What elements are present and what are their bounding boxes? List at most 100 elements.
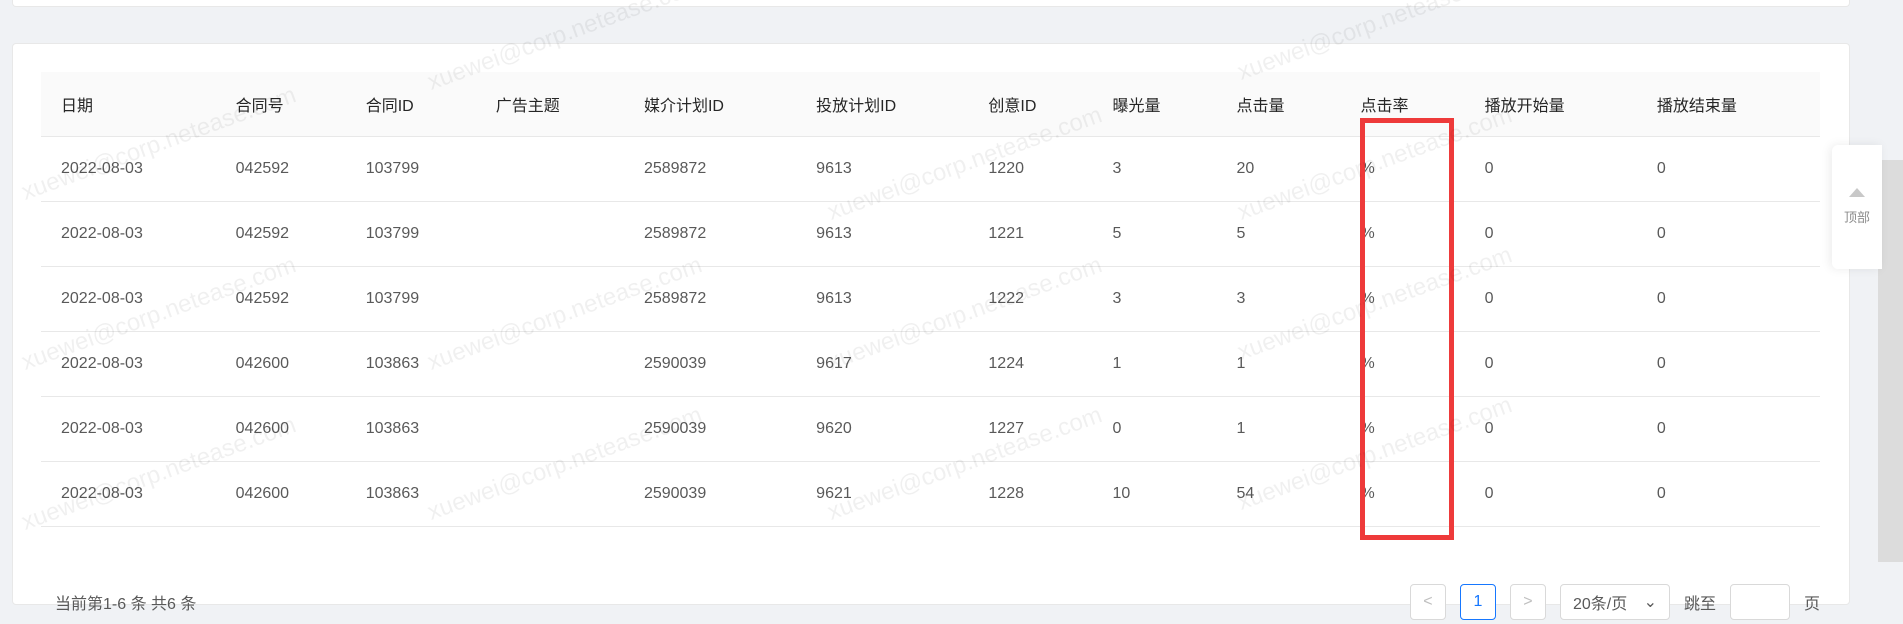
cell-ctr: %	[1340, 201, 1465, 267]
page-size-select[interactable]: 20条/页 ⌄	[1559, 584, 1670, 620]
cell-ad-subject	[475, 136, 624, 202]
cell-contract-no: 042600	[215, 461, 346, 527]
cell-impressions: 5	[1092, 201, 1217, 267]
table-row: 2022-08-03 042600 103863 2590039 9621 12…	[41, 461, 1820, 527]
cell-play-end: 0	[1636, 201, 1820, 267]
cell-contract-id: 103799	[345, 201, 476, 267]
col-header-impressions[interactable]: 曝光量	[1092, 72, 1217, 137]
cell-clicks: 1	[1216, 396, 1341, 462]
jump-label: 跳至	[1683, 596, 1716, 613]
cell-play-start: 0	[1464, 136, 1637, 202]
cell-creative-id: 1224	[968, 331, 1093, 397]
table-row: 2022-08-03 042592 103799 2589872 9613 12…	[41, 266, 1820, 332]
cell-delivery-plan-id: 9621	[796, 461, 969, 527]
cell-play-start: 0	[1464, 266, 1637, 332]
cell-delivery-plan-id: 9620	[796, 396, 969, 462]
col-header-contract-no[interactable]: 合同号	[215, 72, 346, 137]
cell-ad-subject	[475, 461, 624, 527]
cell-contract-id: 103799	[345, 136, 476, 202]
cell-play-start: 0	[1464, 461, 1637, 527]
cell-delivery-plan-id: 9617	[796, 331, 969, 397]
cell-play-start: 0	[1464, 396, 1637, 462]
table-header-row: 日期 合同号 合同ID 广告主题 媒介计划ID 投放计划ID 创意ID 曝光量 …	[41, 72, 1820, 137]
cell-contract-id: 103863	[345, 331, 476, 397]
cell-impressions: 0	[1092, 396, 1217, 462]
cell-media-plan-id: 2590039	[623, 396, 797, 462]
cell-date: 2022-08-03	[41, 461, 216, 527]
back-to-top-label: 顶部	[1843, 210, 1870, 225]
cell-delivery-plan-id: 9613	[796, 266, 969, 332]
col-header-media-plan-id[interactable]: 媒介计划ID	[623, 72, 797, 137]
cell-contract-no: 042592	[215, 136, 346, 202]
cell-ad-subject	[475, 331, 624, 397]
back-to-top-button[interactable]: 顶部	[1832, 145, 1882, 269]
arrow-up-icon	[1849, 188, 1865, 197]
page-size-value: 20条/页	[1572, 596, 1628, 613]
cell-media-plan-id: 2589872	[623, 266, 797, 332]
prev-page-button[interactable]: <	[1409, 584, 1446, 620]
col-header-contract-id[interactable]: 合同ID	[345, 72, 476, 137]
pagination: < 1 > 20条/页 ⌄ 跳至 页	[1409, 584, 1820, 620]
cell-ad-subject	[475, 266, 624, 332]
top-card	[12, 0, 1850, 7]
cell-contract-id: 103799	[345, 266, 476, 332]
col-header-ad-subject[interactable]: 广告主题	[475, 72, 624, 137]
cell-date: 2022-08-03	[41, 396, 216, 462]
cell-ctr: %	[1340, 461, 1465, 527]
cell-delivery-plan-id: 9613	[796, 136, 969, 202]
cell-play-start: 0	[1464, 331, 1637, 397]
cell-creative-id: 1220	[968, 136, 1093, 202]
cell-ctr: %	[1340, 266, 1465, 332]
col-header-creative-id[interactable]: 创意ID	[968, 72, 1093, 137]
cell-impressions: 10	[1092, 461, 1217, 527]
cell-play-start: 0	[1464, 201, 1637, 267]
cell-play-end: 0	[1636, 266, 1820, 332]
table-row: 2022-08-03 042600 103863 2590039 9620 12…	[41, 396, 1820, 462]
cell-creative-id: 1221	[968, 201, 1093, 267]
cell-media-plan-id: 2590039	[623, 461, 797, 527]
col-header-delivery-plan-id[interactable]: 投放计划ID	[796, 72, 969, 137]
table-row: 2022-08-03 042592 103799 2589872 9613 12…	[41, 201, 1820, 267]
col-header-ctr[interactable]: 点击率	[1340, 72, 1465, 137]
next-page-button[interactable]: >	[1509, 584, 1546, 620]
cell-creative-id: 1227	[968, 396, 1093, 462]
cell-media-plan-id: 2590039	[623, 331, 797, 397]
cell-ctr: %	[1340, 136, 1465, 202]
table-footer: 当前第1-6 条 共6 条 < 1 > 20条/页 ⌄ 跳至 页	[41, 584, 1820, 624]
page-1-button[interactable]: 1	[1459, 584, 1496, 620]
chevron-right-icon: >	[1523, 593, 1533, 610]
cell-contract-no: 042600	[215, 396, 346, 462]
data-table-card: 日期 合同号 合同ID 广告主题 媒介计划ID 投放计划ID 创意ID 曝光量 …	[12, 43, 1850, 620]
cell-impressions: 3	[1092, 266, 1217, 332]
cell-contract-id: 103863	[345, 461, 476, 527]
cell-ad-subject	[475, 396, 624, 462]
table-row: 2022-08-03 042592 103799 2589872 9613 12…	[41, 136, 1820, 202]
cell-date: 2022-08-03	[41, 136, 216, 202]
cell-media-plan-id: 2589872	[623, 136, 797, 202]
cell-clicks: 20	[1216, 136, 1341, 202]
cell-date: 2022-08-03	[41, 266, 216, 332]
cell-contract-no: 042592	[215, 266, 346, 332]
cell-play-end: 0	[1636, 136, 1820, 202]
pagination-total: 当前第1-6 条 共6 条	[55, 596, 197, 613]
col-header-clicks[interactable]: 点击量	[1216, 72, 1341, 137]
cell-play-end: 0	[1636, 461, 1820, 527]
table-row: 2022-08-03 042600 103863 2590039 9617 12…	[41, 331, 1820, 397]
cell-impressions: 3	[1092, 136, 1217, 202]
cell-creative-id: 1222	[968, 266, 1093, 332]
page-unit-label: 页	[1803, 596, 1820, 613]
cell-clicks: 3	[1216, 266, 1341, 332]
chevron-down-icon: ⌄	[1643, 594, 1657, 611]
cell-contract-no: 042600	[215, 331, 346, 397]
cell-ctr: %	[1340, 331, 1465, 397]
col-header-play-end[interactable]: 播放结束量	[1636, 72, 1820, 137]
col-header-date[interactable]: 日期	[41, 72, 216, 137]
cell-contract-id: 103863	[345, 396, 476, 462]
col-header-play-start[interactable]: 播放开始量	[1464, 72, 1637, 137]
cell-ad-subject	[475, 201, 624, 267]
cell-clicks: 1	[1216, 331, 1341, 397]
chevron-left-icon: <	[1423, 593, 1433, 610]
jump-page-input[interactable]	[1729, 584, 1790, 620]
cell-contract-no: 042592	[215, 201, 346, 267]
cell-date: 2022-08-03	[41, 331, 216, 397]
